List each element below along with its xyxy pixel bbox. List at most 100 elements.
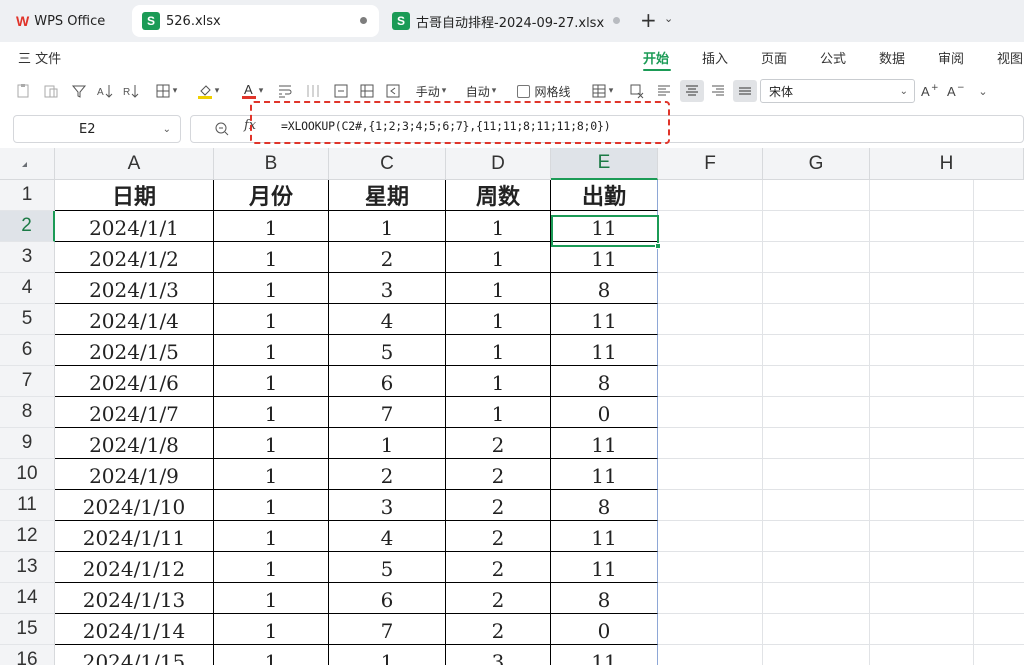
filter-icon[interactable] (68, 80, 90, 102)
column-header-e[interactable]: E (551, 148, 658, 180)
ribbon-tab-data[interactable]: 数据 (879, 48, 905, 67)
cell-e8[interactable]: 0 (551, 397, 658, 428)
row-header-13[interactable]: 13 (0, 552, 55, 583)
cell-d4[interactable]: 1 (446, 273, 551, 304)
increase-font-icon[interactable]: A + (918, 80, 940, 102)
cell-a14[interactable]: 2024/1/13 (55, 583, 214, 614)
column-header-g[interactable]: G (763, 148, 870, 180)
cell-a2[interactable]: 2024/1/1 (55, 211, 214, 242)
row-header-16[interactable]: 16 (0, 645, 55, 665)
tab-schedule-xlsx[interactable]: S 古哥自动排程-2024-09-27.xlsx (384, 5, 632, 37)
cell-d8[interactable]: 1 (446, 397, 551, 428)
cell-d5[interactable]: 1 (446, 304, 551, 335)
cell-c10[interactable]: 2 (329, 459, 446, 490)
cell-c12[interactable]: 4 (329, 521, 446, 552)
row-header-7[interactable]: 7 (0, 366, 55, 397)
cell-d13[interactable]: 2 (446, 552, 551, 583)
font-color-button[interactable]: A ▾ (236, 80, 268, 102)
font-name-select[interactable]: 宋体 ⌄ (760, 79, 915, 103)
cell-e9[interactable]: 11 (551, 428, 658, 459)
align-middle-icon[interactable] (733, 80, 757, 102)
cell-d2[interactable]: 1 (446, 211, 551, 242)
tab-wps-office[interactable]: W WPS Office (6, 5, 127, 37)
cell-a16[interactable]: 2024/1/15 (55, 645, 214, 665)
cell-c14[interactable]: 6 (329, 583, 446, 614)
toolbar-more-chevron-icon[interactable]: ⌄ (972, 80, 992, 102)
cell-a11[interactable]: 2024/1/10 (55, 490, 214, 521)
header-cell-e[interactable]: 出勤 (551, 180, 658, 211)
cell-d7[interactable]: 1 (446, 366, 551, 397)
align-center-icon[interactable] (680, 80, 704, 102)
cell-a3[interactable]: 2024/1/2 (55, 242, 214, 273)
freeze-icon[interactable] (302, 80, 324, 102)
cell-c2[interactable]: 1 (329, 211, 446, 242)
cell-b12[interactable]: 1 (214, 521, 329, 552)
cell-a9[interactable]: 2024/1/8 (55, 428, 214, 459)
cell-e10[interactable]: 11 (551, 459, 658, 490)
table-style-button[interactable]: ▾ (586, 80, 618, 102)
row-header-8[interactable]: 8 (0, 397, 55, 428)
cell-a10[interactable]: 2024/1/9 (55, 459, 214, 490)
cell-d3[interactable]: 1 (446, 242, 551, 273)
row-header-4[interactable]: 4 (0, 273, 55, 304)
cell-b14[interactable]: 1 (214, 583, 329, 614)
cell-a13[interactable]: 2024/1/12 (55, 552, 214, 583)
tab-526-xlsx[interactable]: S 526.xlsx (132, 5, 379, 37)
align-left-icon[interactable] (654, 80, 674, 102)
cell-e16[interactable]: 11 (551, 645, 658, 665)
cell-a4[interactable]: 2024/1/3 (55, 273, 214, 304)
gridlines-toggle[interactable]: 网格线 (514, 80, 574, 102)
cell-e11[interactable]: 8 (551, 490, 658, 521)
cell-c8[interactable]: 7 (329, 397, 446, 428)
cell-e7[interactable]: 8 (551, 366, 658, 397)
zoom-search-icon[interactable] (214, 121, 230, 141)
cell-e12[interactable]: 11 (551, 521, 658, 552)
function-fx-icon[interactable]: fx (244, 118, 256, 133)
cell-d9[interactable]: 2 (446, 428, 551, 459)
column-header-d[interactable]: D (446, 148, 551, 180)
unsaved-dot-icon[interactable] (360, 17, 367, 24)
align-right-icon[interactable] (708, 80, 728, 102)
cell-c11[interactable]: 3 (329, 490, 446, 521)
cell-d16[interactable]: 3 (446, 645, 551, 665)
cell-b9[interactable]: 1 (214, 428, 329, 459)
cell-c7[interactable]: 6 (329, 366, 446, 397)
cell-e13[interactable]: 11 (551, 552, 658, 583)
row-header-9[interactable]: 9 (0, 428, 55, 459)
cell-d10[interactable]: 2 (446, 459, 551, 490)
column-header-f[interactable]: F (658, 148, 763, 180)
tab-list-chevron-icon[interactable]: ⌄ (664, 12, 673, 25)
borders-button[interactable]: ▾ (150, 80, 182, 102)
cell-b13[interactable]: 1 (214, 552, 329, 583)
column-header-a[interactable]: A (55, 148, 214, 180)
sort-ascending-icon[interactable]: A (94, 80, 116, 102)
header-cell-c[interactable]: 星期 (329, 180, 446, 211)
clear-format-icon[interactable] (626, 80, 648, 102)
merge-cells-icon[interactable] (330, 80, 352, 102)
cell-c3[interactable]: 2 (329, 242, 446, 273)
row-header-5[interactable]: 5 (0, 304, 55, 335)
cell-a8[interactable]: 2024/1/7 (55, 397, 214, 428)
row-col-icon[interactable] (356, 80, 378, 102)
row-header-12[interactable]: 12 (0, 521, 55, 552)
row-header-11[interactable]: 11 (0, 490, 55, 521)
close-tab-dot-icon[interactable] (613, 17, 620, 24)
fill-color-button[interactable]: ▾ (192, 80, 224, 102)
paste-special-icon[interactable] (40, 80, 62, 102)
cell-b15[interactable]: 1 (214, 614, 329, 645)
cell-e14[interactable]: 8 (551, 583, 658, 614)
row-header-3[interactable]: 3 (0, 242, 55, 273)
cell-e3[interactable]: 11 (551, 242, 658, 273)
cell-e15[interactable]: 0 (551, 614, 658, 645)
worksheet-icon[interactable] (382, 80, 404, 102)
cell-d6[interactable]: 1 (446, 335, 551, 366)
column-header-c[interactable]: C (329, 148, 446, 180)
header-cell-b[interactable]: 月份 (214, 180, 329, 211)
cell-b16[interactable]: 1 (214, 645, 329, 665)
row-header-10[interactable]: 10 (0, 459, 55, 490)
ribbon-tab-review[interactable]: 审阅 (938, 48, 964, 67)
cell-a6[interactable]: 2024/1/5 (55, 335, 214, 366)
auto-mode-dropdown[interactable]: 自动 ▾ (460, 80, 502, 102)
cell-e6[interactable]: 11 (551, 335, 658, 366)
fill-handle[interactable] (655, 243, 661, 249)
